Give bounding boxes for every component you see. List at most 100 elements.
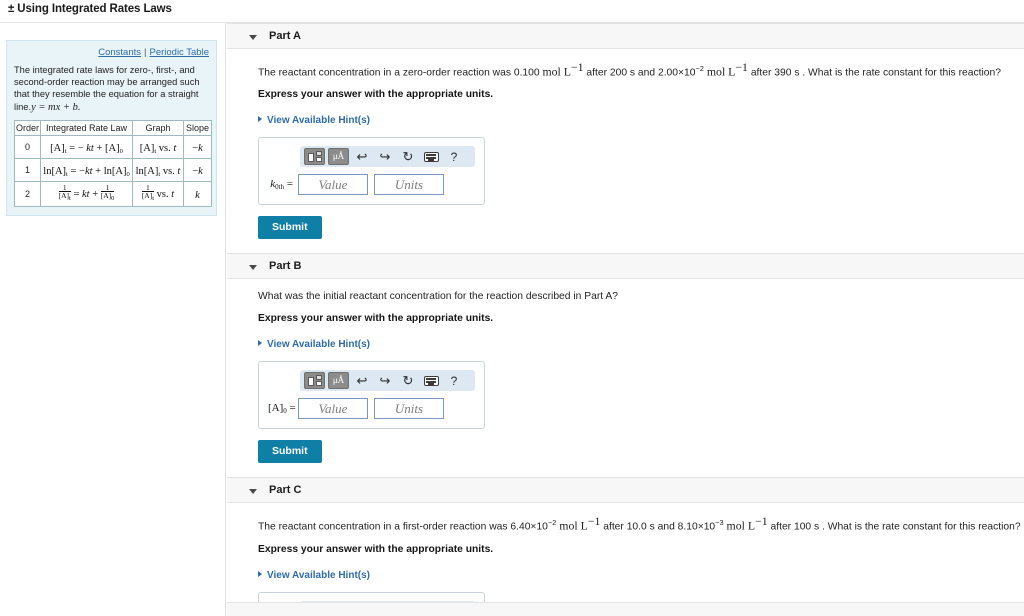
units-icon[interactable]: μÅ <box>328 148 349 166</box>
cell-law: [A]t = − kt + [A]0 <box>40 134 133 159</box>
part-a-body: The reactant concentration in a zero-ord… <box>227 49 1024 253</box>
question-unit-1-exponent: −1 <box>587 514 601 529</box>
question-text-middle: after 200 s and 2.00×10 <box>583 67 696 79</box>
part-a-instruction: Express your answer with the appropriate… <box>258 89 494 101</box>
cell-graph: 1 [A]t vs. t <box>132 180 184 207</box>
chevron-right-icon <box>258 340 262 347</box>
help-label: ? <box>450 373 458 388</box>
page-title: ± Using Integrated Rates Laws <box>8 3 172 15</box>
question-unit-2: mol L <box>703 64 736 79</box>
part-b-question: What was the initial reactant concentrat… <box>258 291 619 303</box>
part-a-answer-row: k0th = Value Units <box>268 174 475 196</box>
cell-slope: −k <box>183 134 212 159</box>
part-b-units-input[interactable]: Units <box>374 398 444 420</box>
question-unit-2-exponent: −1 <box>755 514 768 529</box>
part-b-answer-toolbar: μÅ ↩ ↪ ↻ ? <box>300 370 475 392</box>
question-text-prefix: The reactant concentration in a first-or… <box>258 521 548 533</box>
question-unit-1: mol L <box>556 518 588 533</box>
part-a-submit-button[interactable]: Submit <box>258 216 322 240</box>
table-row: 2 1 [A]t = kt + 1 [A]0 1 [A]t vs. t k <box>14 180 212 207</box>
part-c-label: Part C <box>269 484 302 497</box>
column-header-graph: Graph <box>132 119 184 136</box>
undo-icon[interactable]: ↩ <box>352 148 372 165</box>
cell-order: 2 <box>14 180 41 207</box>
part-b-view-hints[interactable]: View Available Hint(s) <box>258 339 370 350</box>
cell-graph: [A]t vs. t <box>132 134 184 159</box>
keyboard-icon[interactable] <box>421 372 441 389</box>
answer-label-subscript: 0th <box>275 183 285 192</box>
hint-label: View Available Hint(s) <box>267 569 370 581</box>
cell-law: 1 [A]t = kt + 1 [A]0 <box>40 180 133 207</box>
part-c-body: The reactant concentration in a first-or… <box>227 503 1024 616</box>
table-header-row: Order Integrated Rate Law Graph Slope <box>14 119 212 136</box>
cell-slope: −k <box>183 157 212 182</box>
math-template-icon[interactable] <box>304 148 325 166</box>
hint-label: View Available Hint(s) <box>267 115 370 127</box>
table-row: 1 ln[A]t = −kt + ln[A]0 ln[A]t vs. t −k <box>14 157 212 182</box>
chevron-down-icon[interactable] <box>249 35 257 40</box>
question-unit-1-exponent: −1 <box>570 60 584 74</box>
question-exponent-2: −3 <box>715 518 724 528</box>
question-text-prefix: The reactant concentration in a zero-ord… <box>258 67 543 79</box>
question-exponent-2: −2 <box>695 64 704 73</box>
help-icon[interactable]: ? <box>444 148 464 165</box>
main-content: Part A The reactant concentration in a z… <box>227 23 1024 616</box>
reset-icon[interactable]: ↻ <box>398 372 418 389</box>
chevron-down-icon[interactable] <box>249 265 257 271</box>
part-a-question: The reactant concentration in a zero-ord… <box>258 60 1024 80</box>
part-b-header[interactable]: Part B <box>227 253 1024 280</box>
part-b-answer-box: μÅ ↩ ↪ ↻ ? [A]0 = Value Units <box>258 361 485 430</box>
part-b-value-input[interactable]: Value <box>298 398 368 420</box>
undo-icon[interactable]: ↩ <box>352 372 372 389</box>
part-b-submit-button[interactable]: Submit <box>258 440 322 464</box>
constants-link[interactable]: Constants <box>98 47 141 58</box>
column-header-order: Order <box>14 119 41 136</box>
page-root: ± Using Integrated Rates Laws Constants |… <box>0 0 1024 616</box>
reference-links: Constants | Periodic Table <box>14 47 209 59</box>
table-row: 0 [A]t = − kt + [A]0 [A]t vs. t −k <box>14 134 212 159</box>
answer-label-equals: = <box>286 178 293 191</box>
cell-graph: ln[A]t vs. t <box>132 157 184 182</box>
redo-icon[interactable]: ↪ <box>375 372 395 389</box>
question-text-middle: after 10.0 s and 8.10×10 <box>600 521 716 533</box>
part-a-header[interactable]: Part A <box>227 23 1024 49</box>
periodic-table-link[interactable]: Periodic Table <box>149 47 209 58</box>
chevron-right-icon <box>258 116 262 123</box>
part-c-view-hints[interactable]: View Available Hint(s) <box>258 570 370 581</box>
cell-slope: k <box>183 180 212 207</box>
hint-label: View Available Hint(s) <box>267 339 370 351</box>
math-template-icon[interactable] <box>304 372 325 390</box>
help-icon[interactable]: ? <box>444 372 464 389</box>
part-a-answer-box: μÅ ↩ ↪ ↻ ? k0th = Value Units <box>258 137 485 206</box>
question-unit-1: mol L <box>542 64 571 79</box>
redo-icon[interactable]: ↪ <box>375 148 395 165</box>
chevron-down-icon[interactable] <box>249 489 257 495</box>
units-icon-label: μÅ <box>332 151 345 162</box>
question-text-suffix: after 100 s . What is the rate constant … <box>767 521 1021 533</box>
column-header-law: Integrated Rate Law <box>40 119 133 136</box>
column-header-slope: Slope <box>183 119 212 136</box>
reference-intro-equation: y = mx + b. <box>31 101 81 113</box>
reset-icon[interactable]: ↻ <box>398 148 418 165</box>
question-unit-2: mol L <box>723 518 756 533</box>
part-a-answer-toolbar: μÅ ↩ ↪ ↻ ? <box>300 146 475 168</box>
reference-info-panel: Constants | Periodic Table The integrated … <box>6 40 217 216</box>
part-a-units-input[interactable]: Units <box>374 174 444 196</box>
part-a-view-hints[interactable]: View Available Hint(s) <box>258 115 370 126</box>
units-icon[interactable]: μÅ <box>328 372 349 390</box>
part-b-answer-row: [A]0 = Value Units <box>268 398 475 420</box>
units-icon-label: μÅ <box>332 375 345 386</box>
part-c-header[interactable]: Part C <box>227 477 1024 504</box>
part-a-value-input[interactable]: Value <box>298 174 368 196</box>
part-a-answer-label: k0th = <box>268 178 298 191</box>
part-a-label: Part A <box>269 30 301 42</box>
question-text-suffix: after 390 s . What is the rate constant … <box>747 67 1001 79</box>
answer-label-symbol: [A] <box>268 402 284 415</box>
top-title-bar: ± Using Integrated Rates Laws <box>0 0 1024 22</box>
part-b-label: Part B <box>269 260 302 273</box>
integrated-rate-law-table: Order Integrated Rate Law Graph Slope 0 … <box>14 119 212 207</box>
sidebar: Constants | Periodic Table The integrated … <box>0 23 226 616</box>
keyboard-icon[interactable] <box>421 148 441 165</box>
next-part-header-strip <box>227 602 1024 616</box>
part-b-instruction: Express your answer with the appropriate… <box>258 313 494 325</box>
